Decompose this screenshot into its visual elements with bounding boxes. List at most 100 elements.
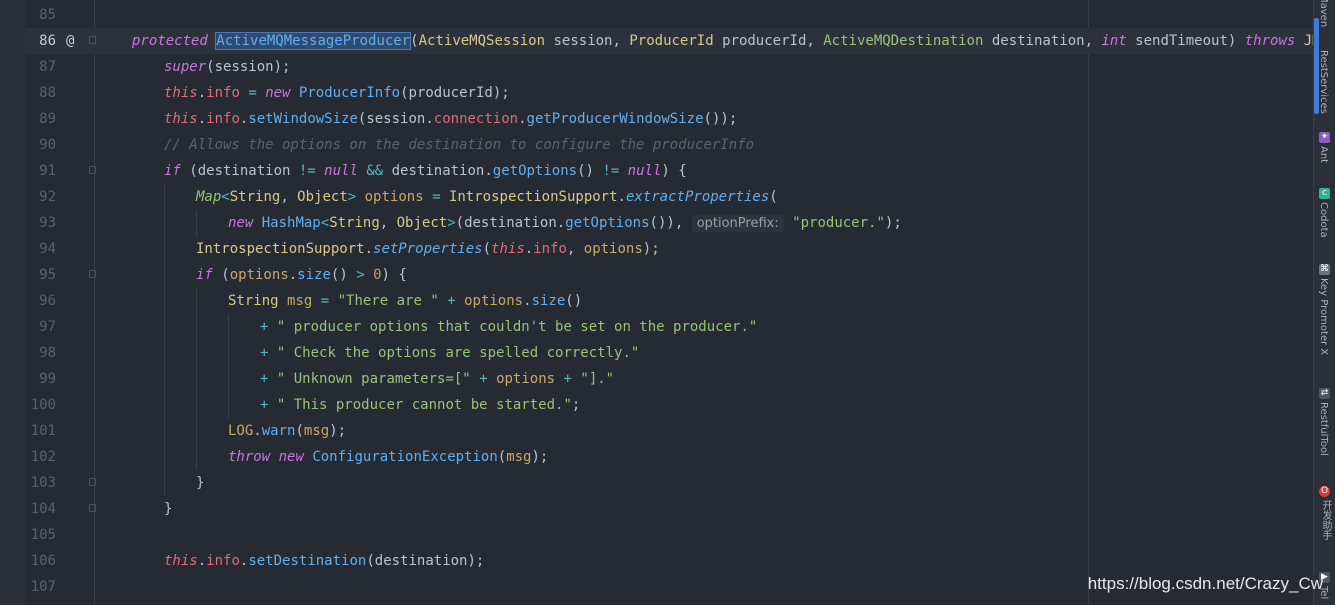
indent-guide (164, 236, 165, 262)
indent-guide (196, 288, 197, 314)
code-line[interactable]: 97 + " producer options that couldn't be… (26, 314, 1313, 340)
code-text: super(session); (164, 59, 291, 75)
code-text: + " Unknown parameters=[" + options + "]… (260, 371, 615, 387)
tool-ant[interactable]: ✦ Ant (1314, 132, 1335, 172)
line-number: 105 (30, 527, 56, 543)
code-line[interactable]: 87 super(session); (26, 54, 1313, 80)
line-number: 93 (39, 215, 56, 231)
tool-label: Maven (1318, 0, 1329, 28)
code-line[interactable]: 90 // Allows the options on the destinat… (26, 132, 1313, 158)
indent-guide (228, 366, 229, 392)
indent-guide (228, 314, 229, 340)
tool-codota[interactable]: c Codota (1314, 188, 1335, 248)
indent-guide (164, 340, 165, 366)
indent-guide (228, 340, 229, 366)
codota-icon: c (1319, 188, 1330, 199)
code-line[interactable]: 96 String msg = "There are " + options.s… (26, 288, 1313, 314)
indent-guide (164, 444, 165, 470)
code-text: } (196, 475, 205, 491)
indent-guide (196, 314, 197, 340)
restful-tool-icon: ⇄ (1319, 388, 1330, 399)
line-number: 102 (30, 449, 56, 465)
code-line[interactable]: 103 } (26, 470, 1313, 496)
code-line[interactable]: 102 throw new ConfigurationException(msg… (26, 444, 1313, 470)
indent-guide (164, 184, 165, 210)
code-line[interactable]: 93 new HashMap<String, Object>(destinati… (26, 210, 1313, 236)
line-number: 101 (30, 423, 56, 439)
tool-label: RestfulTool (1318, 402, 1329, 456)
fold-toggle-icon[interactable] (89, 270, 96, 278)
fold-toggle-icon[interactable] (89, 504, 96, 512)
code-text: String msg = "There are " + options.size… (228, 293, 583, 309)
tool-label: RestServices (1318, 50, 1329, 114)
code-line[interactable]: 101 LOG.warn(msg); (26, 418, 1313, 444)
tool-dev-helper[interactable]: O 开发助手 (1314, 486, 1335, 546)
selected-identifier: ActiveMQMessageProducer (215, 32, 412, 50)
line-number: 95 (39, 267, 56, 283)
indent-guide (164, 314, 165, 340)
indent-guide (164, 418, 165, 444)
indent-guide (196, 392, 197, 418)
line-number: 96 (39, 293, 56, 309)
tool-label: Ant (1318, 146, 1329, 164)
code-line[interactable]: 89 this.info.setWindowSize(session.conne… (26, 106, 1313, 132)
indent-guide (164, 288, 165, 314)
code-text: this.info = new ProducerInfo(producerId)… (164, 85, 510, 101)
tool-restful-tool[interactable]: ⇄ RestfulTool (1314, 388, 1335, 468)
code-line[interactable]: 105 (26, 522, 1313, 548)
code-comment: // Allows the options on the destination… (164, 137, 755, 153)
key-promoter-icon: ⌘ (1319, 264, 1330, 275)
code-line[interactable]: 92 Map<String, Object> options = Introsp… (26, 184, 1313, 210)
tool-key-promoter[interactable]: ⌘ Key Promoter X (1314, 264, 1335, 364)
ant-icon: ✦ (1319, 132, 1330, 143)
watermark: https://blog.csdn.net/Crazy_Cw (1087, 574, 1323, 593)
code-text: IntrospectionSupport.setProperties(this.… (196, 241, 660, 257)
code-line[interactable]: 104 } (26, 496, 1313, 522)
indent-guide (196, 366, 197, 392)
code-text: this.info.setWindowSize(session.connecti… (164, 111, 738, 127)
code-text: protected ActiveMQMessageProducer(Active… (132, 32, 1335, 50)
code-line[interactable]: 85 (26, 2, 1313, 28)
code-line[interactable]: 91 if (destination != null && destinatio… (26, 158, 1313, 184)
indent-guide (164, 470, 165, 496)
code-line[interactable]: 95 if (options.size() > 0) { (26, 262, 1313, 288)
line-number: 107 (30, 579, 56, 595)
parameter-hint: optionPrefix: (691, 215, 784, 232)
fold-toggle-icon[interactable] (89, 36, 96, 44)
code-text: Map<String, Object> options = Introspect… (196, 189, 778, 205)
code-text: new HashMap<String, Object>(destination.… (228, 215, 902, 232)
indent-guide (164, 392, 165, 418)
code-line[interactable]: 106 this.info.setDestination(destination… (26, 548, 1313, 574)
indent-guide (164, 262, 165, 288)
fold-toggle-icon[interactable] (89, 478, 96, 486)
code-text: throw new ConfigurationException(msg); (228, 449, 549, 465)
line-number: 94 (39, 241, 56, 257)
line-number: 103 (30, 475, 56, 491)
fold-toggle-icon[interactable] (89, 166, 96, 174)
line-number: 86 (39, 33, 56, 49)
line-number: 87 (39, 59, 56, 75)
override-at-icon[interactable]: @ (66, 28, 74, 54)
code-text: this.info.setDestination(destination); (164, 553, 485, 569)
code-text: if (options.size() > 0) { (196, 267, 407, 283)
line-number: 104 (30, 501, 56, 517)
code-line[interactable]: 94 IntrospectionSupport.setProperties(th… (26, 236, 1313, 262)
line-number: 85 (39, 7, 56, 23)
indent-guide (196, 444, 197, 470)
scrollbar-thumb[interactable] (1314, 18, 1319, 114)
code-line[interactable]: 88 this.info = new ProducerInfo(producer… (26, 80, 1313, 106)
left-tool-strip (0, 0, 26, 605)
code-line[interactable]: 100 + " This producer cannot be started.… (26, 392, 1313, 418)
line-number: 90 (39, 137, 56, 153)
indent-guide (196, 210, 197, 236)
tool-label: Codota (1318, 202, 1329, 238)
code-text: + " This producer cannot be started."; (260, 397, 581, 413)
indent-guide (196, 418, 197, 444)
code-line[interactable]: 98 + " Check the options are spelled cor… (26, 340, 1313, 366)
line-number: 91 (39, 163, 56, 179)
line-number: 100 (30, 397, 56, 413)
line-number: 98 (39, 345, 56, 361)
code-line[interactable]: 99 + " Unknown parameters=[" + options +… (26, 366, 1313, 392)
code-line-current[interactable]: 86 @ protected ActiveMQMessageProducer(A… (26, 28, 1335, 54)
dev-helper-icon: O (1319, 486, 1330, 497)
